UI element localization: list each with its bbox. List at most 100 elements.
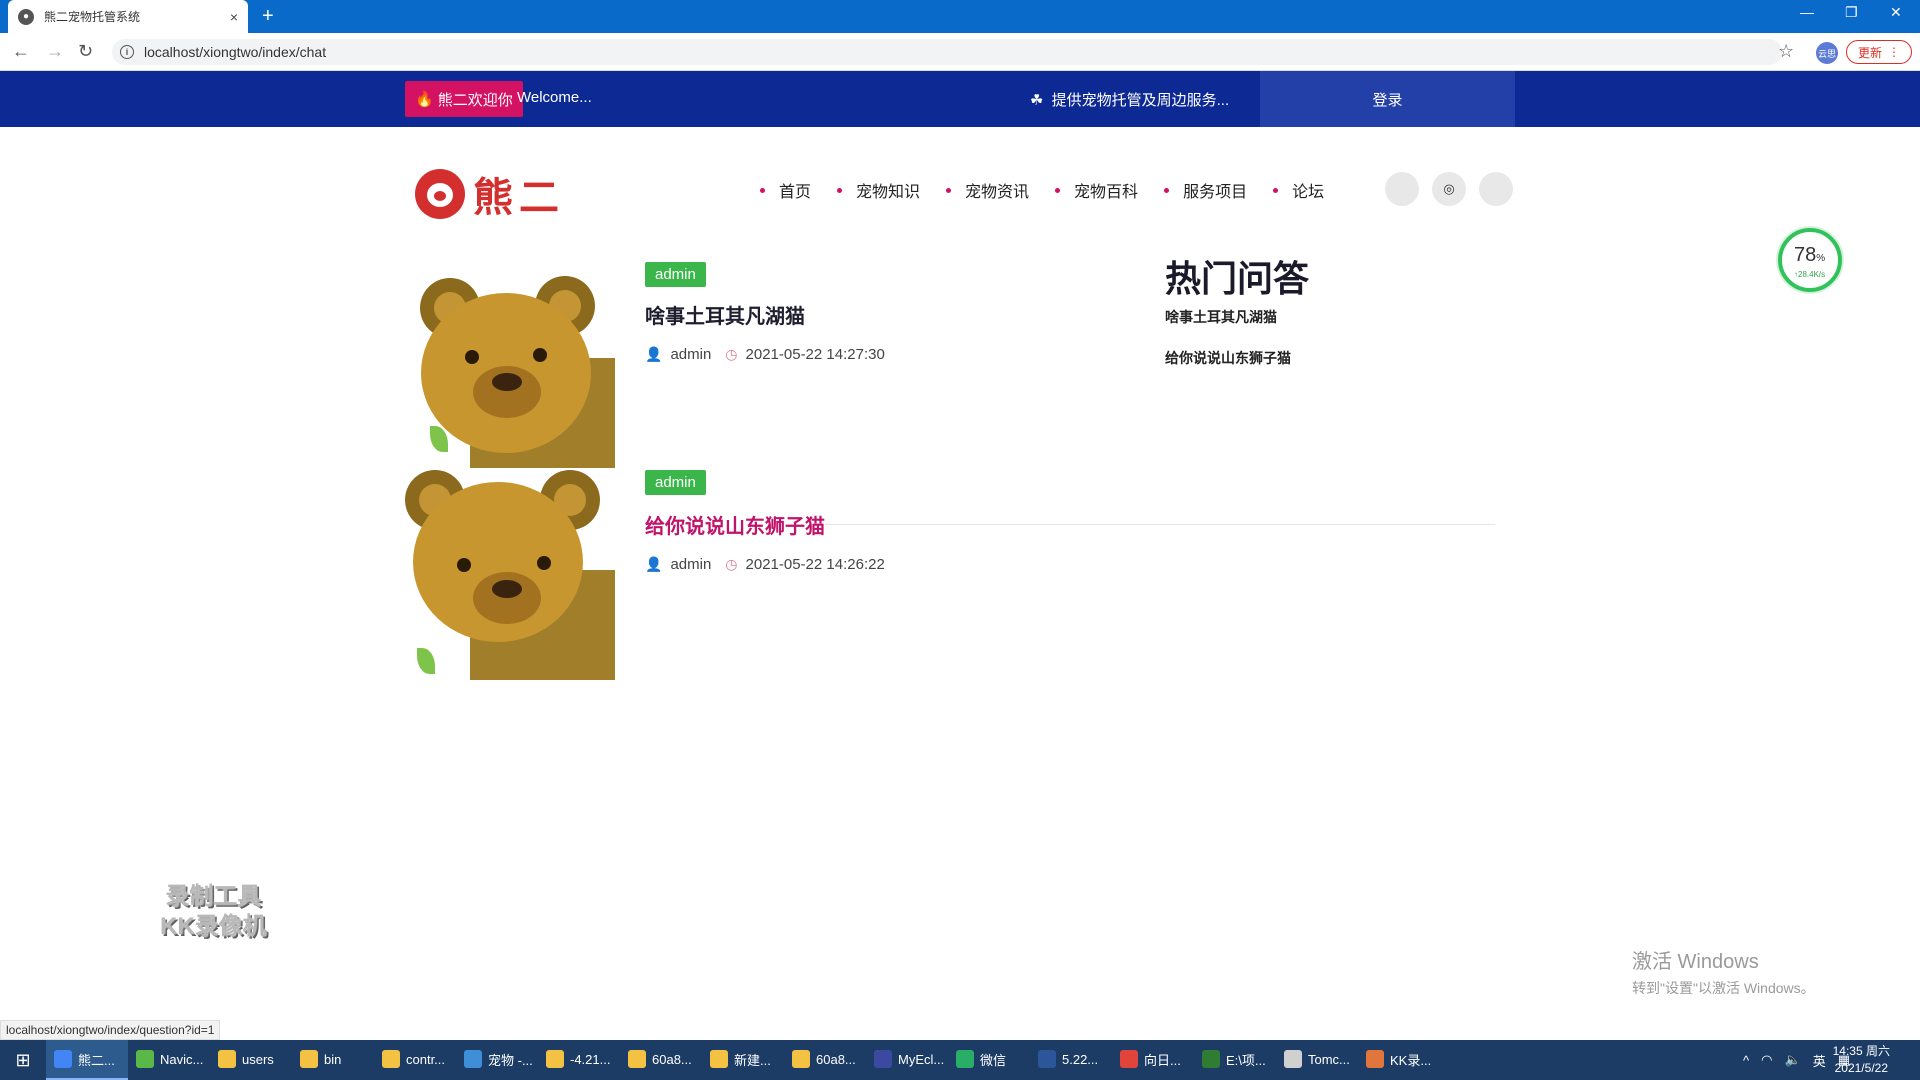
- taskbar-app-label: 新建...: [734, 1052, 771, 1068]
- sidebar-title: 热门问答: [1165, 258, 1310, 299]
- app-icon: [710, 1050, 728, 1068]
- taskbar-clock[interactable]: 14:35 周六 2021/5/22: [1833, 1043, 1890, 1077]
- social-instagram-icon[interactable]: ◎: [1432, 172, 1466, 206]
- taskbar-app[interactable]: 向日...: [1112, 1040, 1194, 1080]
- taskbar-app[interactable]: 宠物 -...: [456, 1040, 538, 1080]
- input-language[interactable]: 英: [1813, 1051, 1826, 1070]
- nav-label: 宠物知识: [856, 184, 921, 201]
- taskbar-app-label: 60a8...: [652, 1051, 692, 1067]
- taskbar-app[interactable]: bin: [292, 1040, 374, 1080]
- post-card: admin 给你说说山东狮子猫 👤 admin ◷ 2021-05-22 14:…: [405, 468, 1505, 680]
- network-icon[interactable]: ◠: [1761, 1052, 1772, 1068]
- close-window-icon[interactable]: ✕: [1890, 4, 1902, 21]
- social-facebook-icon[interactable]: [1385, 172, 1419, 206]
- taskbar-app[interactable]: 60a8...: [784, 1040, 866, 1080]
- site-info-icon[interactable]: i: [120, 45, 134, 59]
- welcome-badge-label: 熊二欢迎你: [437, 91, 513, 109]
- taskbar-app[interactable]: KK录...: [1358, 1040, 1440, 1080]
- taskbar-app[interactable]: 60a8...: [620, 1040, 702, 1080]
- app-icon: [1366, 1050, 1384, 1068]
- taskbar-app[interactable]: 熊二...: [46, 1040, 128, 1080]
- app-icon: [1120, 1050, 1138, 1068]
- post-title[interactable]: 啥事土耳其凡湖猫: [645, 300, 805, 329]
- welcome-text: Welcome...: [517, 89, 592, 106]
- paw-icon: ☘: [1030, 92, 1044, 109]
- nav-item-pet-wiki[interactable]: 宠物百科: [1055, 178, 1138, 202]
- taskbar-app[interactable]: MyEcl...: [866, 1040, 948, 1080]
- watermark-line: KK录像机: [160, 913, 267, 940]
- nav-dot: [1273, 187, 1279, 193]
- windows-start-icon[interactable]: ⊞: [0, 1040, 46, 1080]
- update-label: 更新: [1857, 45, 1882, 60]
- sidebar-link[interactable]: 啥事土耳其凡湖猫: [1165, 307, 1277, 327]
- activate-title: 激活 Windows: [1632, 951, 1759, 973]
- post-card: admin 啥事土耳其凡湖猫 👤 admin ◷ 2021-05-22 14:2…: [405, 258, 1505, 468]
- app-icon: [874, 1050, 892, 1068]
- login-button[interactable]: 登录: [1260, 71, 1515, 127]
- network-speed-widget[interactable]: 78% ↑28.4K/s: [1778, 228, 1842, 292]
- speed-percent-unit: %: [1816, 253, 1826, 264]
- tray-chevron-icon[interactable]: ^: [1743, 1053, 1749, 1068]
- welcome-badge: 🔥 熊二欢迎你: [405, 81, 523, 117]
- site-topbar: 🔥 熊二欢迎你 Welcome... ☘ 提供宠物托管及周边服务... 登录: [0, 71, 1920, 127]
- taskbar-app[interactable]: -4.21...: [538, 1040, 620, 1080]
- app-icon: [1284, 1050, 1302, 1068]
- bear-thumbnail[interactable]: [405, 470, 615, 680]
- nav-item-pet-knowledge[interactable]: 宠物知识: [837, 178, 920, 202]
- taskbar-app-label: bin: [324, 1051, 342, 1067]
- post-author: admin: [670, 346, 712, 363]
- sidebar-link[interactable]: 给你说说山东狮子猫: [1165, 348, 1291, 368]
- taskbar-app-label: E:\项...: [1226, 1052, 1266, 1068]
- app-icon: [136, 1050, 154, 1068]
- watermark-line: 录制工具: [165, 883, 262, 910]
- flame-icon: 🔥: [415, 91, 434, 108]
- taskbar-app[interactable]: Tomc...: [1276, 1040, 1358, 1080]
- post-title[interactable]: 给你说说山东狮子猫: [645, 510, 825, 539]
- nav-item-pet-news[interactable]: 宠物资讯: [946, 178, 1029, 202]
- taskbar-app[interactable]: 新建...: [702, 1040, 784, 1080]
- taskbar-app[interactable]: users: [210, 1040, 292, 1080]
- taskbar-app-label: 微信: [980, 1052, 1007, 1068]
- post-author: admin: [670, 556, 712, 573]
- post-meta: 👤 admin ◷ 2021-05-22 14:26:22: [645, 556, 885, 573]
- back-icon[interactable]: ←: [12, 41, 30, 62]
- user-icon: 👤: [645, 346, 663, 362]
- speed-rate: ↑28.4K/s: [1794, 270, 1826, 279]
- site-logo[interactable]: 熊二: [415, 165, 565, 223]
- taskbar-app[interactable]: E:\项...: [1194, 1040, 1276, 1080]
- browser-tab[interactable]: ● 熊二宠物托管系统 ×: [8, 0, 248, 33]
- tab-close-icon[interactable]: ×: [230, 9, 238, 25]
- user-icon: 👤: [645, 556, 663, 572]
- taskbar-app[interactable]: 微信: [948, 1040, 1030, 1080]
- taskbar-app-label: contr...: [406, 1051, 446, 1067]
- service-text: 提供宠物托管及周边服务...: [1051, 92, 1230, 109]
- forward-icon[interactable]: →: [46, 41, 64, 62]
- url-field[interactable]: i localhost/xiongtwo/index/chat: [112, 39, 1782, 65]
- post-tag[interactable]: admin: [645, 262, 706, 287]
- post-tag[interactable]: admin: [645, 470, 706, 495]
- taskbar-app[interactable]: 5.22...: [1030, 1040, 1112, 1080]
- app-icon: [1038, 1050, 1056, 1068]
- taskbar-app-label: Navic...: [160, 1051, 204, 1067]
- post-time: 2021-05-22 14:26:22: [745, 556, 885, 573]
- restore-icon[interactable]: ❐: [1845, 4, 1858, 21]
- update-button[interactable]: 更新 ⋮: [1846, 40, 1912, 64]
- activate-subtitle: 转到"设置"以激活 Windows。: [1632, 980, 1815, 996]
- taskbar-app[interactable]: Navic...: [128, 1040, 210, 1080]
- bear-thumbnail[interactable]: [405, 258, 615, 468]
- bookmark-star-icon[interactable]: ☆: [1778, 41, 1794, 62]
- taskbar-app-label: Tomc...: [1308, 1051, 1350, 1067]
- taskbar-app[interactable]: contr...: [374, 1040, 456, 1080]
- new-tab-button[interactable]: +: [262, 5, 274, 27]
- nav-item-services[interactable]: 服务项目: [1164, 178, 1247, 202]
- reload-icon[interactable]: ↻: [78, 41, 93, 62]
- nav-item-forum[interactable]: 论坛: [1273, 178, 1324, 202]
- minimize-icon[interactable]: —: [1800, 4, 1814, 20]
- nav-item-home[interactable]: 首页: [760, 178, 811, 202]
- volume-icon[interactable]: 🔈: [1785, 1052, 1801, 1068]
- profile-avatar[interactable]: 云思: [1816, 42, 1838, 64]
- bear-logo-icon: [415, 169, 465, 219]
- nav-dot: [1055, 187, 1061, 193]
- menu-dots-icon: ⋮: [1888, 45, 1900, 59]
- social-twitter-icon[interactable]: [1479, 172, 1513, 206]
